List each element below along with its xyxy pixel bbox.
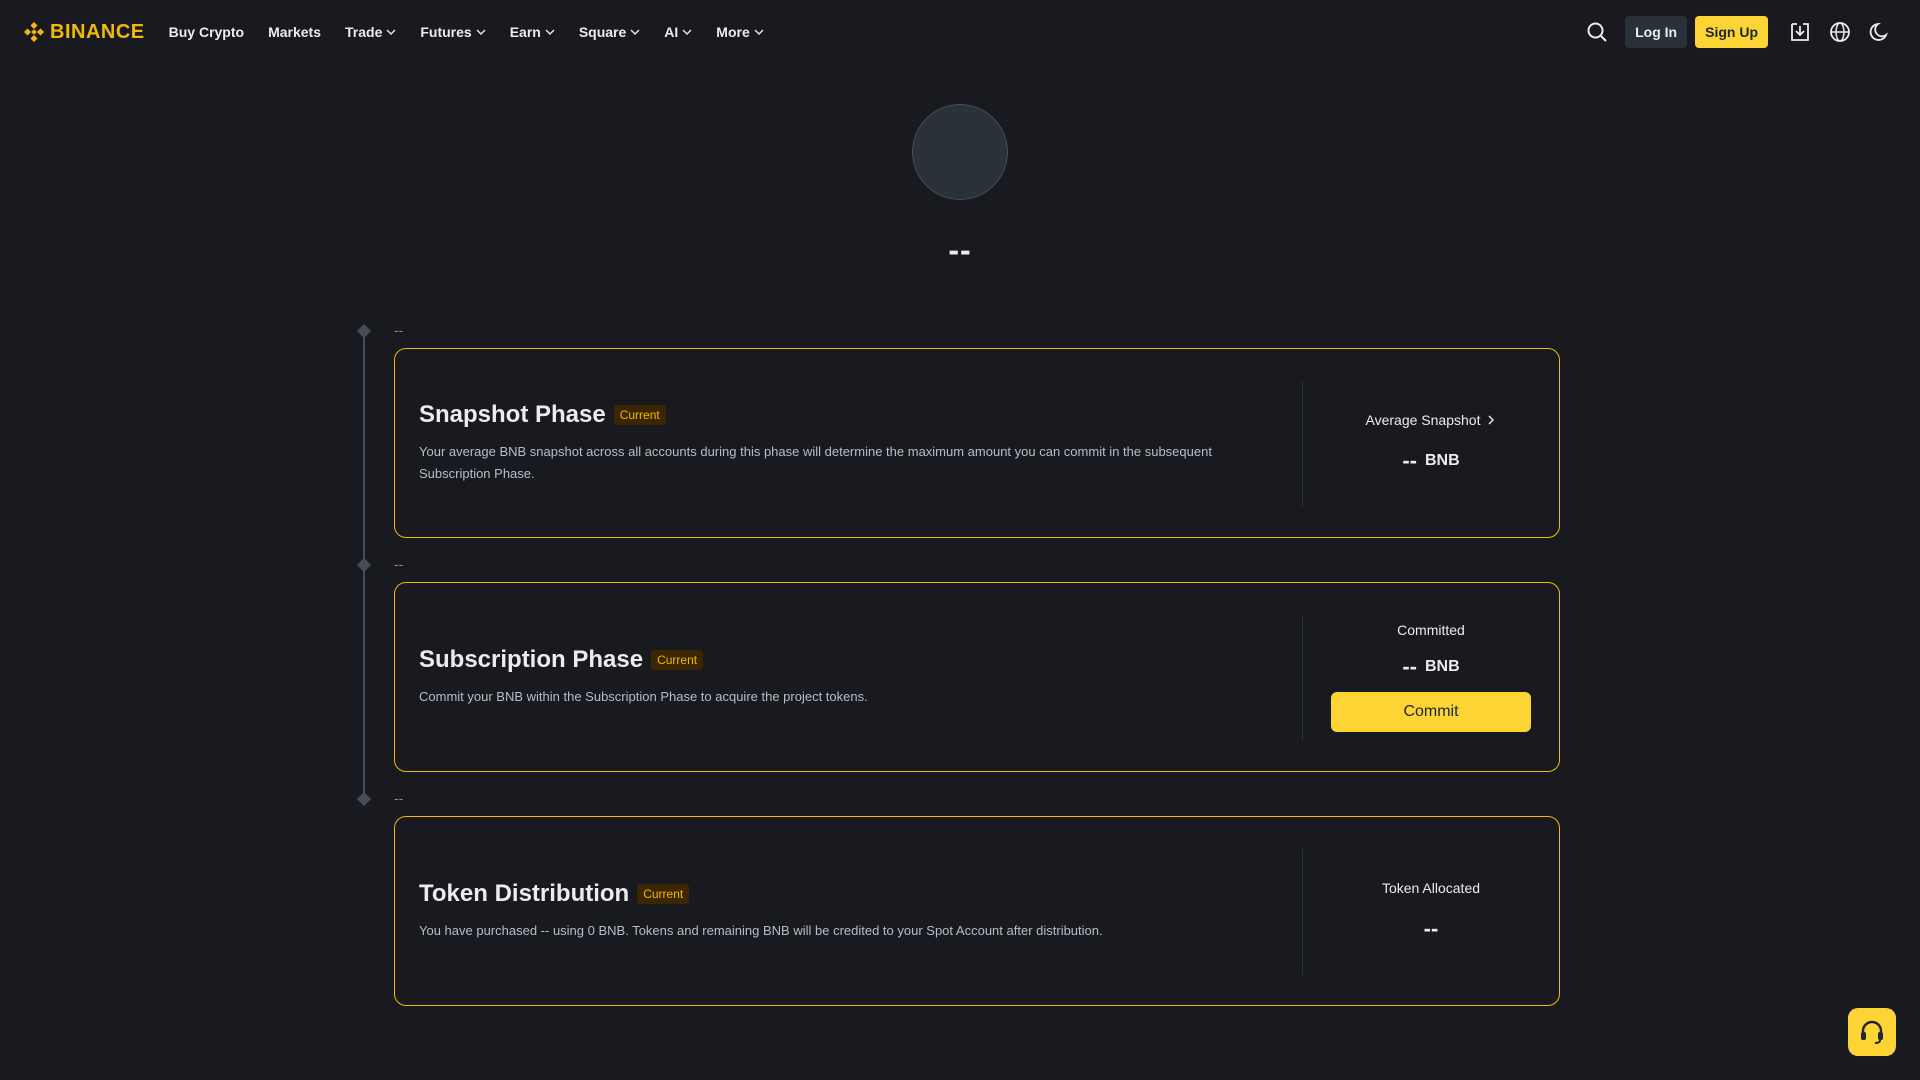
header-actions: Log In Sign Up [1581,16,1896,48]
card-stats: Average Snapshot -- BNB [1303,349,1559,537]
nav-label: AI [664,24,679,40]
card-title: Subscription Phase [419,646,644,673]
card-title: Snapshot Phase [419,401,606,428]
nav-label: Buy Crypto [168,24,245,40]
nav-label: Markets [268,24,321,40]
nav-label: Square [578,24,627,40]
card-stats: Committed -- BNB Commit [1303,583,1559,771]
globe-icon [1830,22,1850,42]
stat-value: -- [1423,916,1439,941]
card-info: Subscription Phase Current Commit your B… [419,583,1269,771]
phase-date: -- [394,790,404,806]
card-description: You have purchased -- using 0 BNB. Token… [419,923,1103,938]
chevron-down-icon [682,29,692,35]
timeline-dot [356,557,372,573]
chevron-down-icon [545,29,555,35]
top-nav-bar: BINANCE Buy Crypto Markets Trade Futures… [0,0,1920,64]
nav-trade[interactable]: Trade [345,24,396,40]
card-description: Your average BNB snapshot across all acc… [419,444,1212,481]
signup-button[interactable]: Sign Up [1695,16,1768,48]
moon-icon [1869,22,1889,41]
support-chat-button[interactable] [1848,1008,1896,1056]
download-icon [1791,23,1809,41]
nav-markets[interactable]: Markets [268,24,321,40]
chevron-down-icon [754,29,764,35]
stat-unit: BNB [1424,452,1460,469]
card-info: Snapshot Phase Current Your average BNB … [419,349,1269,537]
nav-label: More [716,24,750,40]
card-title: Token Distribution [419,880,630,907]
nav-label: Trade [345,24,383,40]
stat-label: Committed [1397,622,1465,638]
theme-toggle-button[interactable] [1864,16,1896,48]
phase-date: -- [394,556,404,572]
status-badge: Current [613,405,666,425]
chevron-right-icon [1488,415,1495,425]
timeline-dot [356,323,372,339]
commit-button[interactable]: Commit [1331,692,1531,732]
card-title-row: Subscription Phase Current [419,646,1269,674]
chevron-down-icon [630,29,640,35]
stat-label: Average Snapshot [1365,412,1481,428]
binance-logo-icon [24,22,44,42]
stat-value: -- [1402,654,1417,679]
card-title-row: Snapshot Phase Current [419,401,1269,429]
stat-label: Token Allocated [1381,880,1481,896]
headset-icon [1861,1020,1883,1044]
card-title-row: Token Distribution Current [419,880,1269,908]
nav-earn[interactable]: Earn [510,24,555,40]
average-snapshot-link[interactable]: Average Snapshot [1366,412,1497,428]
stat-value-row: -- BNB [1402,448,1459,474]
search-button[interactable] [1581,16,1613,48]
timeline-dot [356,791,372,807]
download-button[interactable] [1784,16,1816,48]
chevron-down-icon [386,29,396,35]
status-badge: Current [651,650,704,670]
binance-logo[interactable]: BINANCE [24,21,145,44]
token-distribution-card: Token Distribution Current You have purc… [394,816,1560,1006]
stat-unit: BNB [1424,658,1460,675]
nav-buy-crypto[interactable]: Buy Crypto [169,24,244,40]
nav-label: Futures [420,24,472,40]
nav-futures[interactable]: Futures [420,24,486,40]
nav-more[interactable]: More [716,24,764,40]
stat-value-row: -- BNB [1402,654,1459,680]
login-button[interactable]: Log In [1625,16,1688,48]
card-description: Commit your BNB within the Subscription … [419,689,868,704]
chevron-down-icon [476,29,486,35]
phase-date: -- [394,322,404,338]
stat-value-row: -- [1424,916,1439,942]
snapshot-phase-card: Snapshot Phase Current Your average BNB … [394,348,1560,538]
card-info: Token Distribution Current You have purc… [419,817,1269,1005]
logo-text: BINANCE [50,20,145,43]
language-button[interactable] [1824,16,1856,48]
main-nav: Buy Crypto Markets Trade Futures Earn Sq… [169,24,788,40]
status-badge: Current [637,884,690,904]
nav-ai[interactable]: AI [664,24,692,40]
stat-value: -- [1402,448,1417,473]
subscription-phase-card: Subscription Phase Current Commit your B… [394,582,1560,772]
search-icon [1587,22,1607,42]
card-stats: Token Allocated -- [1303,817,1559,1005]
project-name: -- [948,232,972,268]
project-avatar [912,104,1008,200]
nav-label: Earn [509,24,541,40]
nav-square[interactable]: Square [579,24,640,40]
